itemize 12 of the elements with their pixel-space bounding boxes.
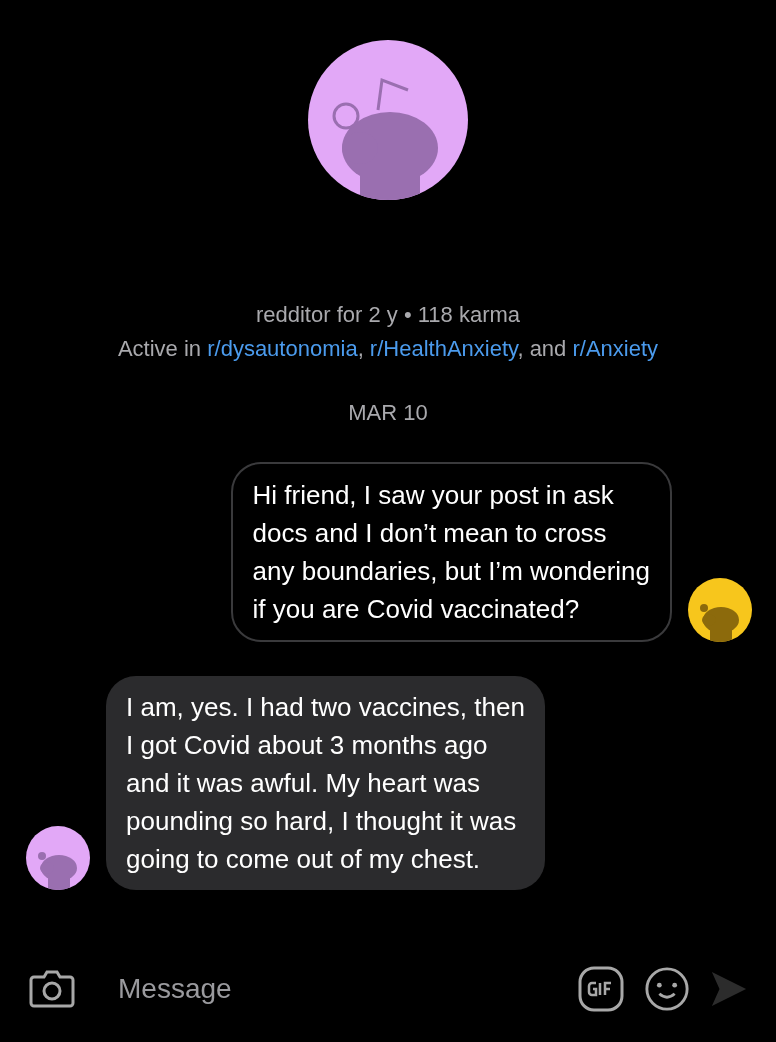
emoji-icon[interactable] [644, 966, 690, 1012]
message-bubble: Hi friend, I saw your post in ask docs and I don’t mean to cross any boundaries, but I’m wondering if you are Covid vaccinated? [230, 462, 672, 642]
subreddit-link[interactable]: r/Anxiety [572, 336, 659, 361]
gif-icon[interactable] [578, 966, 624, 1012]
date-label: MAR 10 [348, 400, 428, 426]
message-bubble: I am, yes. I had two vaccines, then I got Covid about 3 months ago and it was awful. My heart was pounding so hard, I thought it was going to come out of my chest. [106, 676, 545, 890]
message-field[interactable]: Message [96, 969, 558, 1009]
subreddit-link[interactable]: r/HealthAnxiety [369, 336, 518, 361]
profile-stats: redditor for 2 y • 118 karma [255, 302, 521, 328]
camera-icon[interactable] [28, 969, 76, 1009]
subreddit-link[interactable]: r/dysautonomia [207, 336, 358, 361]
active-in-text: Active in r/dysautonomia, r/HealthAnxiety, and r/Anxiety [117, 336, 659, 362]
